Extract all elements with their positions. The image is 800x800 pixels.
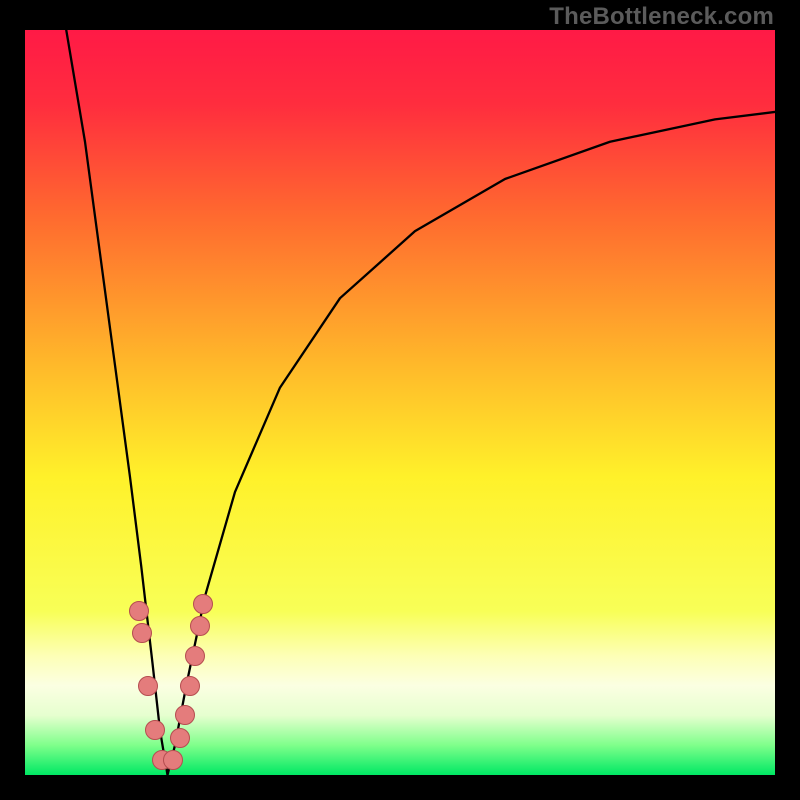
data-marker: [138, 676, 158, 696]
data-marker: [175, 705, 195, 725]
data-marker: [132, 623, 152, 643]
watermark-text: TheBottleneck.com: [549, 3, 774, 31]
data-marker: [145, 720, 165, 740]
data-marker: [170, 728, 190, 748]
plot-area: [25, 30, 775, 775]
data-marker: [190, 616, 210, 636]
data-marker: [185, 646, 205, 666]
marker-layer: [25, 30, 775, 775]
data-marker: [163, 750, 183, 770]
data-marker: [129, 601, 149, 621]
data-marker: [180, 676, 200, 696]
data-marker: [193, 594, 213, 614]
